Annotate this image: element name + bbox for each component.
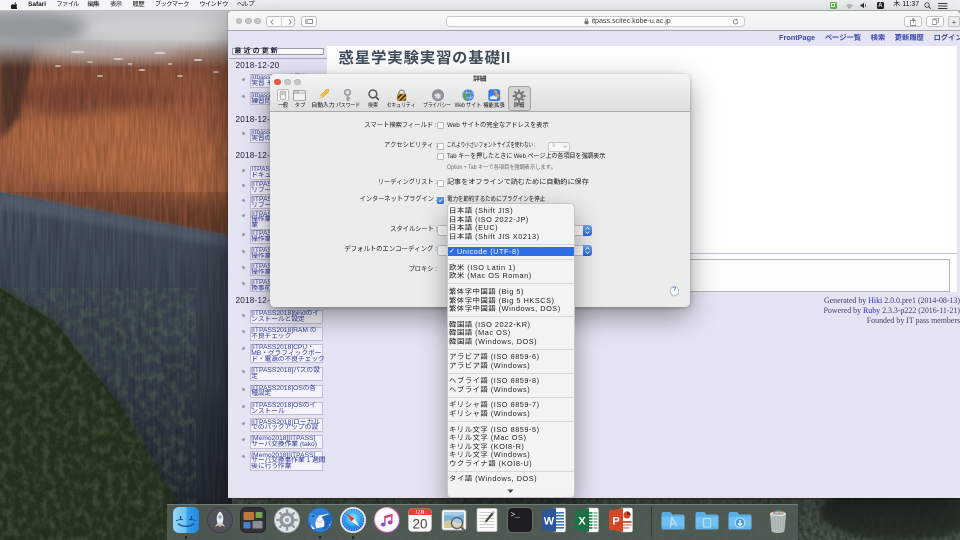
svg-text:P: P xyxy=(612,516,619,528)
svg-text:20: 20 xyxy=(413,517,428,532)
svg-text:12月: 12月 xyxy=(416,510,425,516)
svg-text:>_: >_ xyxy=(511,511,521,520)
svg-text:W: W xyxy=(544,516,555,528)
svg-text:X: X xyxy=(579,516,587,528)
